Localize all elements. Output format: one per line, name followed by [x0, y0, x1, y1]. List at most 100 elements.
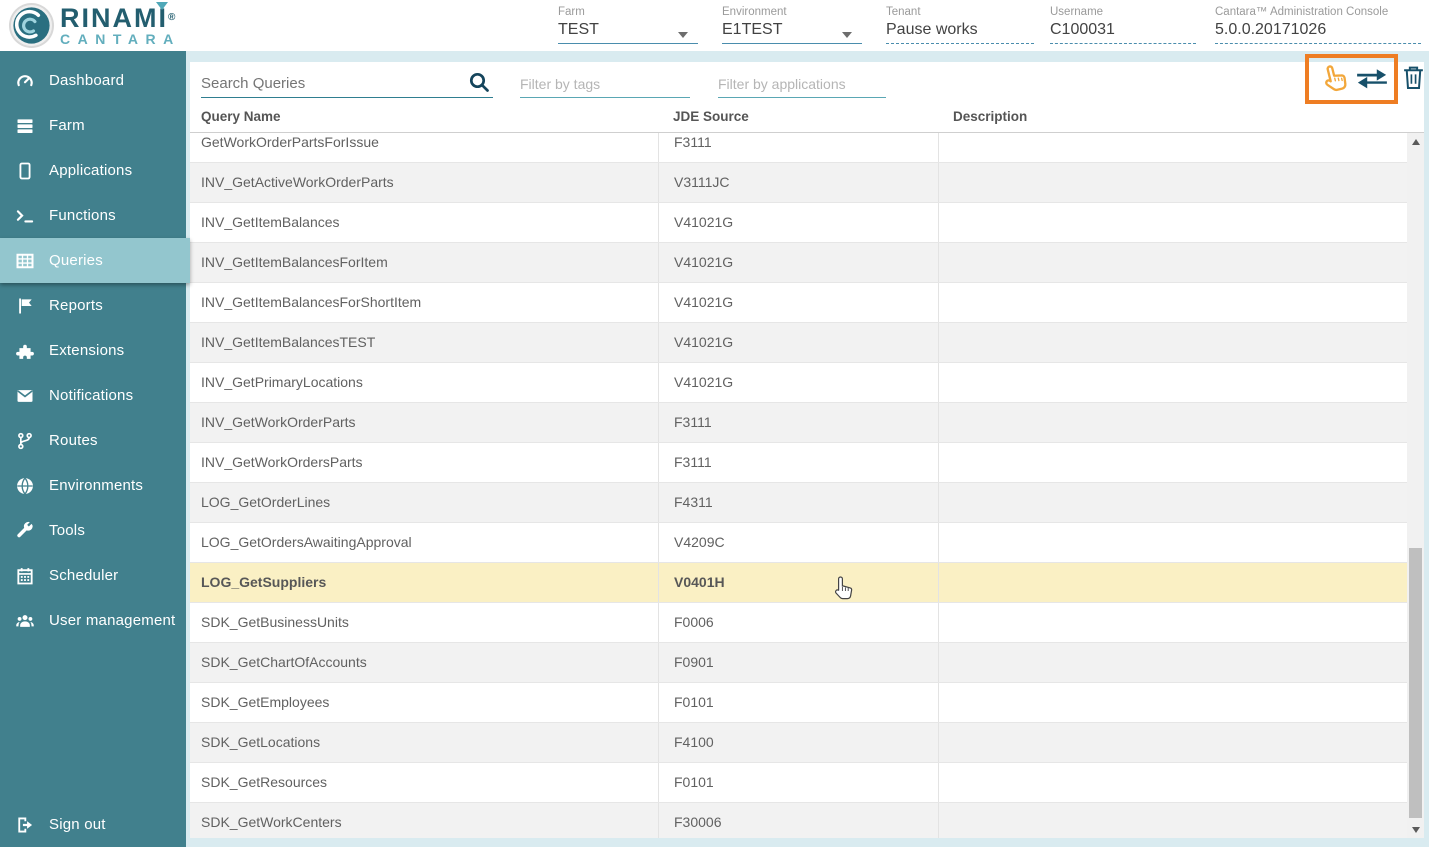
cell-query-name: LOG_GetSuppliers — [190, 563, 658, 602]
cell-description — [938, 323, 1407, 362]
sidebar-item-extensions[interactable]: Extensions — [0, 328, 186, 373]
sidebar-item-farm[interactable]: Farm — [0, 103, 186, 148]
cell-jde-source: F3111 — [658, 133, 938, 162]
sidebar-item-functions[interactable]: Functions — [0, 193, 186, 238]
sidebar-item-label: Sign out — [49, 816, 106, 833]
rinami-logo-icon — [8, 2, 55, 49]
table-row[interactable]: INV_GetItemBalancesV41021G — [190, 203, 1407, 243]
scheduler-icon — [13, 565, 37, 587]
table-row[interactable]: SDK_GetWorkCentersF30006 — [190, 803, 1407, 838]
sidebar-item-environments[interactable]: Environments — [0, 463, 186, 508]
sidebar-item-reports[interactable]: Reports — [0, 283, 186, 328]
sidebar-item-notifications[interactable]: Notifications — [0, 373, 186, 418]
table-row[interactable]: INV_GetItemBalancesForItemV41021G — [190, 243, 1407, 283]
filter-by-tags-input[interactable]: Filter by tags — [520, 72, 690, 98]
cell-query-name: SDK_GetBusinessUnits — [190, 603, 658, 642]
scroll-down-button[interactable] — [1407, 821, 1424, 838]
search-input-value: Search Queries — [201, 72, 493, 96]
table-row[interactable]: INV_GetItemBalancesForShortItemV41021G — [190, 283, 1407, 323]
search-icon[interactable] — [467, 70, 491, 94]
sidebar-item-dashboard[interactable]: Dashboard — [0, 58, 186, 103]
cell-description — [938, 643, 1407, 682]
queries-icon — [13, 250, 37, 272]
table-row[interactable]: LOG_GetSuppliersV0401H — [190, 563, 1407, 603]
hand-pointer-icon[interactable] — [1318, 62, 1350, 96]
table-row[interactable]: SDK_GetLocationsF4100 — [190, 723, 1407, 763]
table-row[interactable]: SDK_GetChartOfAccountsF0901 — [190, 643, 1407, 683]
column-header-description[interactable]: Description — [953, 109, 1027, 124]
cell-query-name: INV_GetActiveWorkOrderParts — [190, 163, 658, 202]
sidebar-item-label: Applications — [49, 162, 132, 179]
filter-by-applications-input[interactable]: Filter by applications — [718, 72, 886, 98]
cell-jde-source: V41021G — [658, 203, 938, 242]
environment-select[interactable]: Environment E1TEST — [722, 6, 862, 44]
cell-description — [938, 523, 1407, 562]
functions-icon — [13, 205, 37, 227]
cell-jde-source: F0101 — [658, 763, 938, 802]
reports-icon — [13, 295, 37, 317]
tenant-field[interactable]: Tenant Pause works — [886, 6, 1034, 44]
sidebar-item-tools[interactable]: Tools — [0, 508, 186, 553]
cell-jde-source: F30006 — [658, 803, 938, 838]
table-body: GetWorkOrderPartsForIssueF3111INV_GetAct… — [190, 133, 1407, 838]
cell-description — [938, 723, 1407, 762]
cell-jde-source: V41021G — [658, 323, 938, 362]
user-management-icon — [13, 610, 37, 632]
table-row[interactable]: GetWorkOrderPartsForIssueF3111 — [190, 133, 1407, 163]
sidebar-item-queries[interactable]: Queries — [0, 238, 190, 283]
sidebar-item-label: Functions — [49, 207, 116, 224]
username-field[interactable]: Username C100031 — [1050, 6, 1196, 44]
trash-icon[interactable] — [1401, 64, 1426, 92]
sidebar-item-label: Reports — [49, 297, 103, 314]
cell-query-name: LOG_GetOrdersAwaitingApproval — [190, 523, 658, 562]
cell-jde-source: V0401H — [658, 563, 938, 602]
vertical-scrollbar[interactable] — [1407, 133, 1424, 838]
cell-description — [938, 443, 1407, 482]
logo: RINAMI® CANTARA — [8, 2, 181, 49]
sidebar-item-applications[interactable]: Applications — [0, 148, 186, 193]
swap-horizontal-icon[interactable] — [1355, 66, 1389, 92]
environments-icon — [13, 475, 37, 497]
scroll-up-button[interactable] — [1407, 133, 1424, 150]
sidebar-item-routes[interactable]: Routes — [0, 418, 186, 463]
table-row[interactable]: INV_GetPrimaryLocationsV41021G — [190, 363, 1407, 403]
table-rows: GetWorkOrderPartsForIssueF3111INV_GetAct… — [190, 133, 1407, 838]
tools-icon — [13, 520, 37, 542]
cell-description — [938, 603, 1407, 642]
cell-description — [938, 163, 1407, 202]
table-row[interactable]: INV_GetActiveWorkOrderPartsV3111JC — [190, 163, 1407, 203]
table-row[interactable]: LOG_GetOrderLinesF4311 — [190, 483, 1407, 523]
sidebar-item-label: Scheduler — [49, 567, 118, 584]
cell-query-name: INV_GetItemBalances — [190, 203, 658, 242]
table-row[interactable]: INV_GetWorkOrderPartsF3111 — [190, 403, 1407, 443]
cell-query-name: SDK_GetEmployees — [190, 683, 658, 722]
cell-description — [938, 563, 1407, 602]
queries-panel: Search Queries Filter by tags Filter by … — [190, 62, 1424, 838]
applications-icon — [13, 160, 37, 182]
table-row[interactable]: LOG_GetOrdersAwaitingApprovalV4209C — [190, 523, 1407, 563]
table-row[interactable]: SDK_GetResourcesF0101 — [190, 763, 1407, 803]
table-row[interactable]: SDK_GetBusinessUnitsF0006 — [190, 603, 1407, 643]
column-header-query-name[interactable]: Query Name — [201, 109, 281, 124]
search-input[interactable]: Search Queries — [201, 72, 493, 98]
sidebar-item-sign-out[interactable]: Sign out — [0, 802, 186, 847]
cell-jde-source: V4209C — [658, 523, 938, 562]
chevron-down-icon — [842, 32, 852, 38]
cell-jde-source: F4311 — [658, 483, 938, 522]
cantara-admin-console: RINAMI® CANTARA Farm TEST Environment E1… — [0, 0, 1429, 847]
cell-query-name: SDK_GetResources — [190, 763, 658, 802]
sidebar-item-scheduler[interactable]: Scheduler — [0, 553, 186, 598]
table-row[interactable]: INV_GetWorkOrdersPartsF3111 — [190, 443, 1407, 483]
scrollbar-thumb[interactable] — [1409, 548, 1422, 818]
cell-jde-source: V41021G — [658, 243, 938, 282]
cell-jde-source: F0101 — [658, 683, 938, 722]
farm-select[interactable]: Farm TEST — [558, 6, 698, 44]
triangle-down-icon — [1412, 827, 1420, 833]
column-header-jde-source[interactable]: JDE Source — [673, 109, 749, 124]
cell-jde-source: F0006 — [658, 603, 938, 642]
table-row[interactable]: INV_GetItemBalancesTESTV41021G — [190, 323, 1407, 363]
cell-description — [938, 683, 1407, 722]
sidebar-item-user-management[interactable]: User management — [0, 598, 186, 643]
cell-description — [938, 803, 1407, 838]
table-row[interactable]: SDK_GetEmployeesF0101 — [190, 683, 1407, 723]
